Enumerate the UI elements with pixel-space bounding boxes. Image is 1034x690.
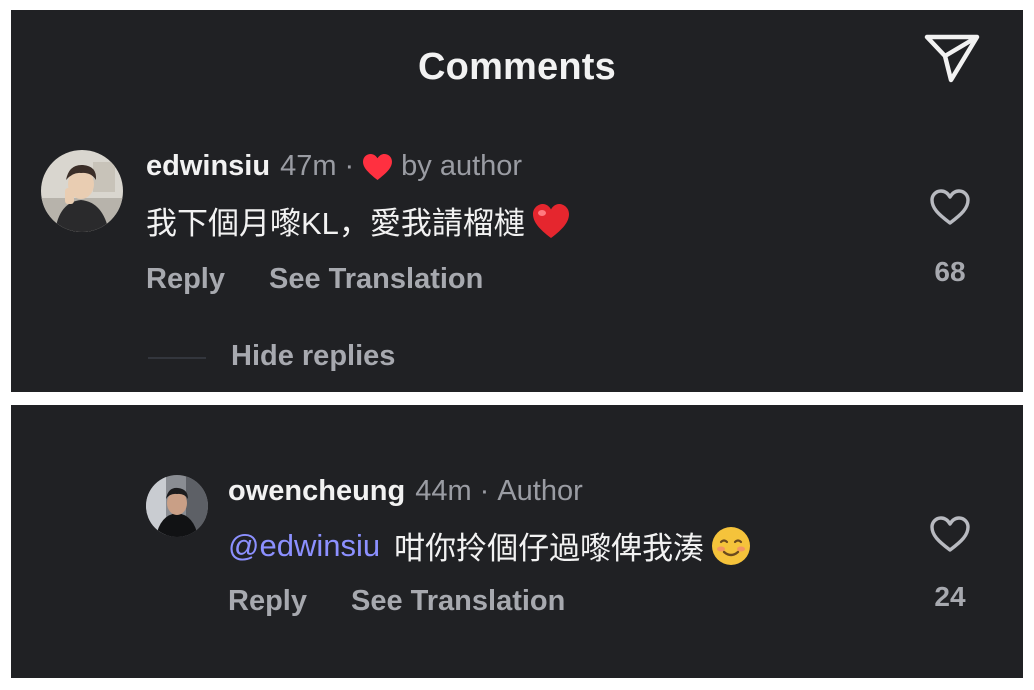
comments-panel: Comments edwinsiu 47m · by author 我下個月嚟K… <box>11 10 1023 392</box>
smiling-face-emoji <box>710 525 752 567</box>
username[interactable]: edwinsiu <box>146 150 270 183</box>
reply-button[interactable]: Reply <box>228 585 307 617</box>
comment-body: 我下個月嚟KL，愛我請榴槤 <box>146 206 525 241</box>
reply-meta: owencheung 44m · Author <box>228 475 583 508</box>
avatar[interactable] <box>146 475 208 537</box>
reply-actions: Reply See Translation <box>228 585 565 618</box>
like-heart-icon[interactable] <box>929 188 971 226</box>
page-title: Comments <box>418 46 616 88</box>
reply-text: @edwinsiu 咁你拎個仔過嚟俾我湊 <box>228 523 752 568</box>
timestamp: 44m <box>415 475 472 507</box>
author-badge: Author <box>497 475 583 507</box>
paper-plane-icon[interactable] <box>921 28 983 86</box>
like-count: 24 <box>934 581 966 612</box>
avatar[interactable] <box>41 150 123 232</box>
comment-actions: Reply See Translation <box>146 263 483 296</box>
username[interactable]: owencheung <box>228 475 405 508</box>
hide-replies-button[interactable]: Hide replies <box>231 340 395 373</box>
replies-panel: owencheung 44m · Author @edwinsiu 咁你拎個仔過… <box>11 405 1023 678</box>
heart-icon <box>362 153 393 181</box>
liked-by-author-label: by author <box>401 150 523 182</box>
reply-body: 咁你拎個仔過嚟俾我湊 <box>394 531 705 566</box>
like-count: 68 <box>934 256 966 287</box>
mention-link[interactable]: @edwinsiu <box>228 528 380 564</box>
see-translation-button[interactable]: See Translation <box>351 585 565 617</box>
separator: · <box>344 150 355 182</box>
comment-meta: edwinsiu 47m · by author <box>146 150 522 183</box>
timestamp: 47m <box>280 150 337 182</box>
divider <box>148 357 206 359</box>
see-translation-button[interactable]: See Translation <box>269 263 483 295</box>
comment-text: 我下個月嚟KL，愛我請榴槤 <box>146 198 571 243</box>
reply-button[interactable]: Reply <box>146 263 225 295</box>
separator: · <box>479 475 490 507</box>
red-heart-emoji <box>531 202 571 240</box>
like-heart-icon[interactable] <box>929 515 971 553</box>
